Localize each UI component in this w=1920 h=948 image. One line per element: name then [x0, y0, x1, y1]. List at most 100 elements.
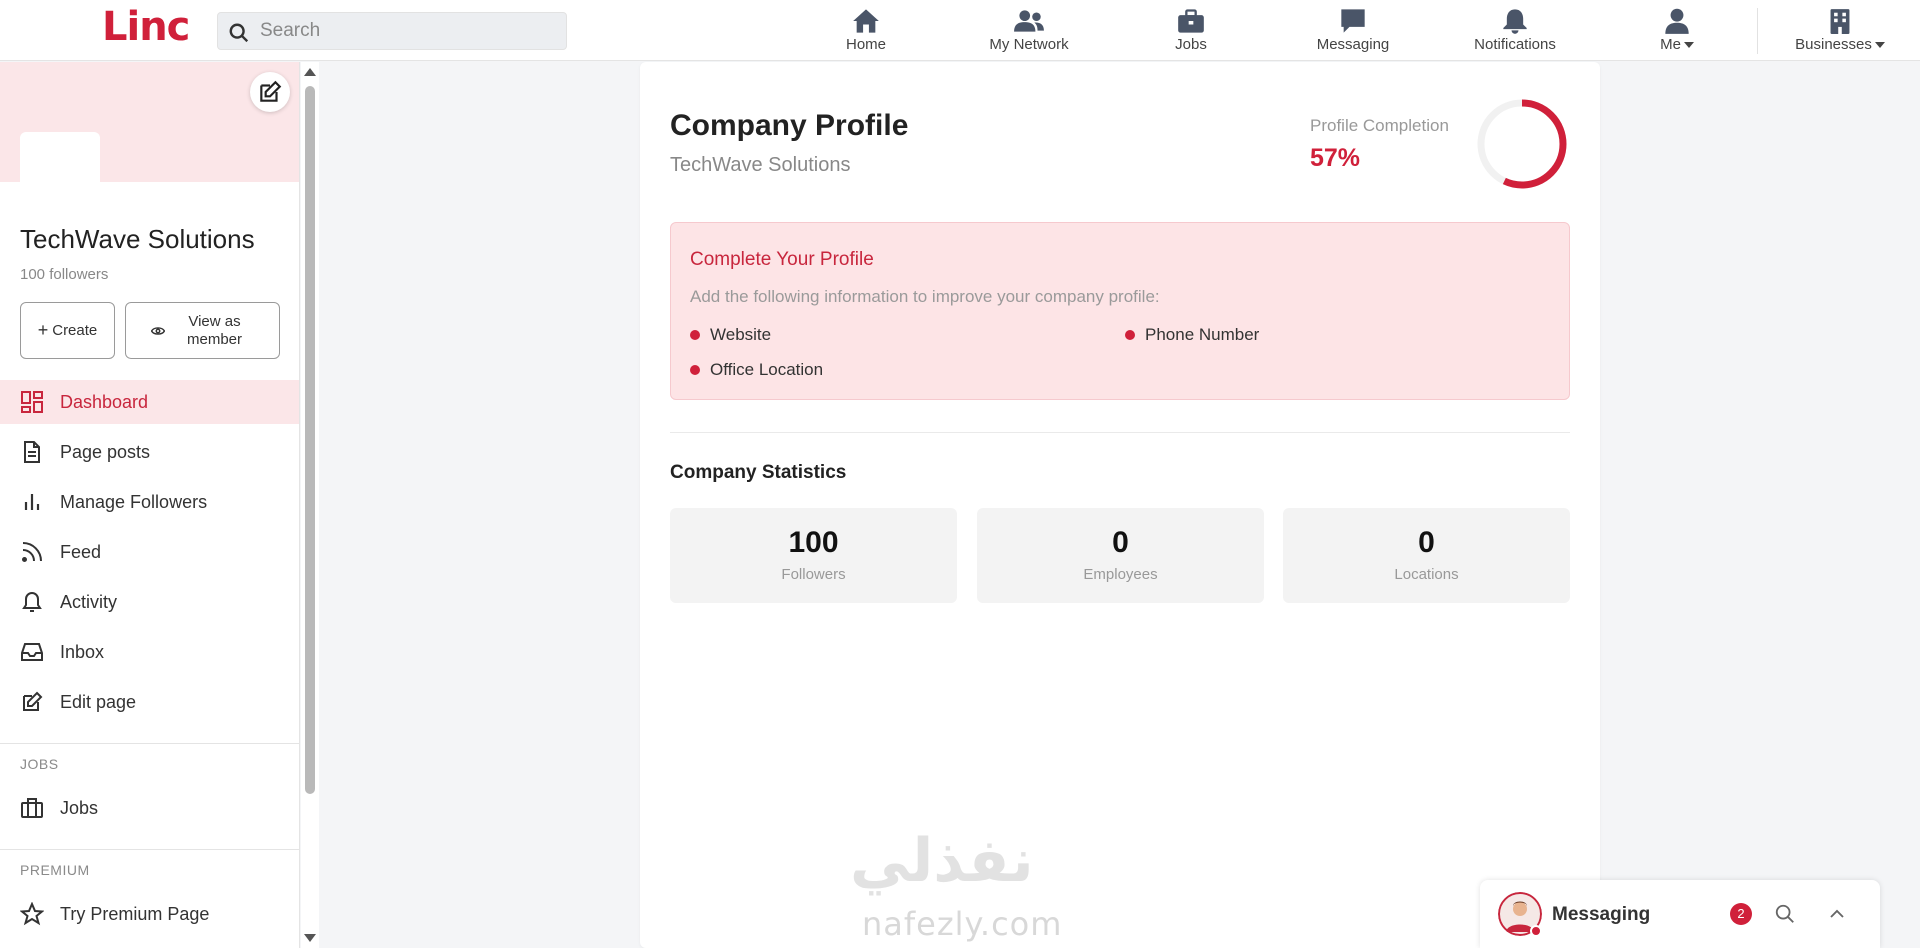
nav-notifications-label: Notifications	[1474, 36, 1556, 53]
sidebar-item-activity[interactable]: Activity	[0, 580, 299, 624]
eye-icon	[150, 326, 165, 335]
sidebar-item-label: Jobs	[60, 797, 99, 818]
unread-badge: 2	[1730, 903, 1752, 925]
scroll-down-arrow-icon[interactable]	[304, 934, 316, 942]
nav-my-network-label: My Network	[989, 36, 1069, 53]
view-as-member-label: View as member	[186, 312, 242, 348]
nav-home[interactable]: Home	[806, 6, 926, 56]
rss-icon	[22, 542, 42, 562]
sidebar-item-manage-followers[interactable]: Manage Followers	[0, 480, 299, 524]
sidebar-item-label: Activity	[60, 591, 118, 612]
view-as-member-button[interactable]: View as member	[125, 302, 280, 359]
edit-cover-button[interactable]	[250, 72, 290, 112]
sidebar: TechWave Solutions 100 followers + Creat…	[0, 62, 300, 948]
sidebar-item-label: Page posts	[60, 441, 151, 462]
stat-value: 0	[1112, 526, 1129, 559]
company-profile-card: Company Profile TechWave Solutions Profi…	[640, 62, 1600, 948]
dashboard-icon	[21, 391, 43, 413]
nav-me[interactable]: Me	[1617, 6, 1737, 56]
alert-title: Complete Your Profile	[690, 249, 874, 270]
chevron-down-icon	[1683, 42, 1694, 49]
nav-messaging-label: Messaging	[1316, 36, 1390, 53]
bell-icon	[22, 592, 42, 612]
network-icon	[1014, 10, 1044, 32]
sidebar-item-label: Dashboard	[60, 391, 149, 412]
nav-jobs[interactable]: Jobs	[1131, 6, 1251, 56]
bullet-dot-icon	[690, 365, 700, 375]
section-divider	[670, 432, 1570, 433]
bullet-dot-icon	[690, 330, 700, 340]
completion-ring	[1477, 99, 1567, 189]
sidebar-item-label: Edit page	[60, 691, 137, 712]
stat-card-locations: 0 Locations	[1283, 508, 1570, 603]
completion-value: 57%	[1310, 144, 1361, 172]
search-icon	[229, 23, 249, 43]
sidebar-item-feed[interactable]: Feed	[0, 530, 299, 574]
bullet-dot-icon	[1125, 330, 1135, 340]
search-box[interactable]	[217, 12, 567, 50]
home-icon	[853, 9, 879, 33]
stat-value: 0	[1418, 526, 1435, 559]
chevron-up-icon[interactable]	[1828, 905, 1846, 923]
building-icon	[1830, 9, 1850, 34]
sidebar-item-dashboard[interactable]: Dashboard	[0, 380, 299, 424]
nav-businesses[interactable]: Businesses	[1780, 6, 1900, 56]
sidebar-item-try-premium[interactable]: Try Premium Page	[0, 892, 299, 936]
sidebar-divider	[0, 743, 299, 744]
stat-value: 100	[788, 526, 839, 559]
watermark-latin: nafezly.com	[862, 905, 1063, 943]
nav-jobs-label: Jobs	[1175, 36, 1207, 53]
sidebar-item-label: Inbox	[60, 641, 105, 662]
scrollbar-thumb[interactable]	[305, 86, 315, 794]
messaging-widget-title: Messaging	[1552, 904, 1651, 925]
star-icon	[20, 902, 44, 926]
nav-notifications[interactable]: Notifications	[1455, 6, 1575, 56]
search-icon[interactable]	[1774, 903, 1796, 925]
sidebar-item-label: Manage Followers	[60, 491, 208, 512]
briefcase-icon	[1178, 9, 1204, 33]
sidebar-item-jobs[interactable]: Jobs	[0, 786, 299, 830]
sidebar-item-page-posts[interactable]: Page posts	[0, 430, 299, 474]
sidebar-divider	[0, 849, 299, 850]
stat-card-followers: 100 Followers	[670, 508, 957, 603]
stat-label: Locations	[1394, 566, 1459, 583]
missing-item-phone: Phone Number	[1125, 325, 1259, 345]
complete-profile-alert: Complete Your Profile Add the following …	[670, 222, 1570, 400]
nav-my-network[interactable]: My Network	[969, 6, 1089, 56]
edit-icon	[23, 691, 43, 711]
completion-label: Profile Completion	[1310, 116, 1449, 135]
missing-item-website: Website	[690, 325, 771, 345]
edit-icon	[260, 80, 282, 102]
bar-chart-icon	[24, 494, 40, 510]
online-status-dot	[1530, 925, 1542, 937]
stat-label: Employees	[1083, 566, 1158, 583]
premium-section-title: PREMIUM	[20, 862, 90, 878]
user-icon	[1665, 8, 1689, 34]
watermark-arabic: نفذلي	[850, 826, 1034, 896]
messaging-widget[interactable]: Messaging 2	[1480, 880, 1880, 948]
nav-home-label: Home	[845, 36, 886, 53]
nav-me-label: Me	[1617, 36, 1737, 53]
missing-item-office-location: Office Location	[690, 360, 823, 380]
company-name: TechWave Solutions	[20, 224, 255, 254]
sidebar-item-label: Try Premium Page	[60, 903, 210, 924]
inbox-icon	[21, 643, 43, 661]
sidebar-item-inbox[interactable]: Inbox	[0, 630, 299, 674]
jobs-section-title: JOBS	[20, 756, 59, 772]
plus-icon: +	[37, 320, 49, 340]
followers-count: 100 followers	[20, 266, 109, 283]
message-icon	[1341, 9, 1365, 33]
nav-messaging[interactable]: Messaging	[1293, 6, 1413, 56]
sidebar-scrollbar[interactable]	[301, 62, 319, 948]
top-navbar: Linc Home My Network Jobs Messaging Noti…	[0, 0, 1920, 61]
search-input[interactable]	[260, 13, 560, 49]
app-logo[interactable]: Linc	[102, 4, 190, 50]
company-logo-placeholder[interactable]	[20, 132, 100, 192]
create-button[interactable]: + Create	[20, 302, 115, 359]
bell-icon	[1503, 9, 1527, 34]
sidebar-item-edit-page[interactable]: Edit page	[0, 680, 299, 724]
document-icon	[24, 441, 40, 463]
chevron-down-icon	[1874, 42, 1885, 49]
create-button-label: Create	[52, 322, 98, 339]
scroll-up-arrow-icon[interactable]	[304, 68, 316, 76]
